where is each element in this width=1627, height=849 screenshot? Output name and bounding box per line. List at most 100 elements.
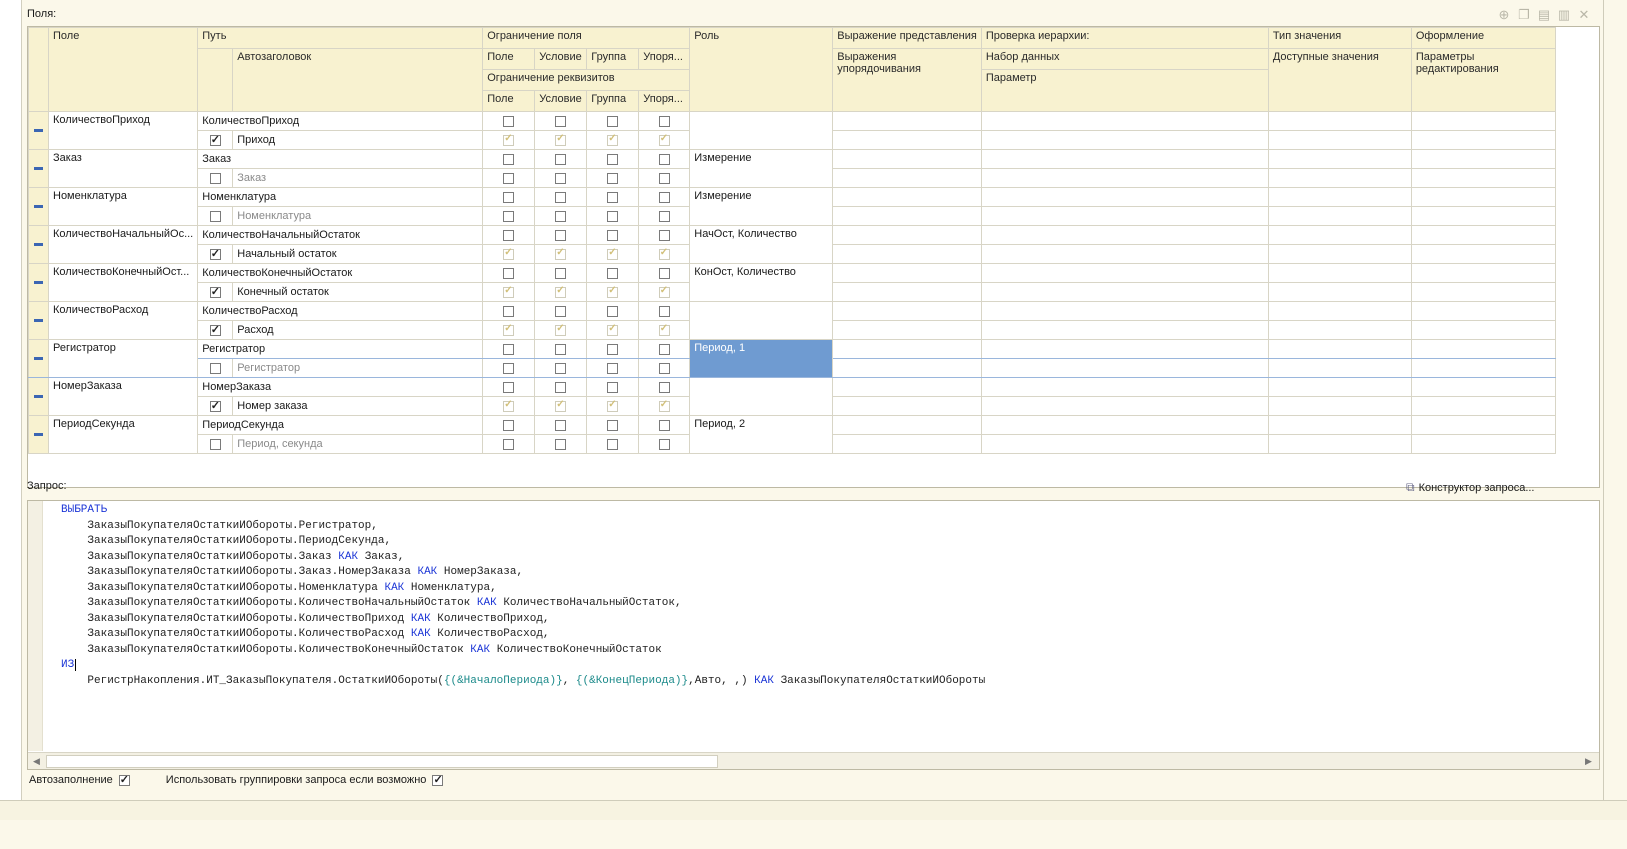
title-cell[interactable]: Заказ [232, 168, 484, 188]
query-constructor-button[interactable]: ⧉ Конструктор запроса... [1406, 480, 1535, 495]
title-cell[interactable]: Начальный остаток [232, 244, 484, 264]
extra-cell[interactable] [832, 358, 982, 378]
attr-restriction-checkbox[interactable] [555, 285, 567, 298]
extra-cell[interactable] [832, 225, 982, 245]
extra-cell[interactable] [1410, 206, 1556, 226]
field-restriction-checkbox[interactable] [658, 381, 670, 393]
restriction-cell[interactable] [638, 187, 691, 207]
attr-restriction-cell[interactable] [482, 396, 536, 416]
extra-cell[interactable] [980, 187, 1269, 207]
field-cell[interactable]: КоличествоКонечныйОст... [47, 263, 199, 302]
field-restriction-checkbox[interactable] [607, 343, 619, 355]
extra-cell[interactable] [1410, 187, 1556, 207]
autotitle-checkbox[interactable] [209, 438, 221, 450]
restriction-cell[interactable] [534, 301, 588, 321]
extra-cell[interactable] [832, 206, 982, 226]
attr-restriction-checkbox[interactable] [555, 247, 567, 260]
extra-cell[interactable] [980, 415, 1269, 435]
extra-cell[interactable] [1267, 244, 1412, 264]
header-ar-order[interactable]: Упоря... [638, 90, 691, 112]
attr-restriction-checkbox[interactable] [658, 172, 670, 184]
attr-restriction-cell[interactable] [534, 320, 588, 340]
collapse-icon[interactable] [34, 243, 43, 247]
field-restriction-checkbox[interactable] [555, 153, 567, 165]
extra-cell[interactable] [980, 149, 1269, 169]
attr-restriction-cell[interactable] [534, 244, 588, 264]
attr-restriction-checkbox[interactable] [503, 133, 515, 146]
autotitle-cell[interactable] [197, 130, 234, 150]
attr-restriction-checkbox[interactable] [503, 438, 515, 450]
restriction-cell[interactable] [534, 149, 588, 169]
collapse-icon[interactable] [34, 357, 43, 361]
attr-restriction-checkbox[interactable] [607, 362, 619, 374]
restriction-cell[interactable] [586, 301, 640, 321]
role-cell[interactable] [689, 377, 834, 416]
attr-restriction-cell[interactable] [534, 130, 588, 150]
field-restriction-checkbox[interactable] [607, 115, 619, 127]
extra-cell[interactable] [1267, 263, 1412, 283]
attr-restriction-checkbox[interactable] [555, 133, 567, 146]
extra-cell[interactable] [980, 130, 1269, 150]
restriction-cell[interactable] [638, 377, 691, 397]
field-restriction-checkbox[interactable] [503, 343, 515, 355]
row-collapse[interactable] [28, 225, 49, 264]
attr-restriction-checkbox[interactable] [555, 172, 567, 184]
extra-cell[interactable] [1267, 358, 1412, 378]
autotitle-checkbox[interactable] [209, 362, 221, 374]
field-restriction-checkbox[interactable] [607, 381, 619, 393]
attr-restriction-cell[interactable] [534, 282, 588, 302]
autotitle-checkbox[interactable] [209, 133, 221, 146]
extra-cell[interactable] [1267, 396, 1412, 416]
title-cell[interactable]: Расход [232, 320, 484, 340]
path-cell[interactable]: ПериодСекунда [197, 415, 484, 435]
attr-restriction-checkbox[interactable] [607, 133, 619, 146]
field-cell[interactable]: КоличествоПриход [47, 111, 199, 150]
field-restriction-checkbox[interactable] [607, 305, 619, 317]
collapse-icon[interactable] [34, 129, 43, 133]
attr-restriction-cell[interactable] [534, 206, 588, 226]
scroll-right-icon[interactable]: ▶ [1585, 756, 1592, 767]
field-restriction-checkbox[interactable] [503, 419, 515, 431]
attr-restriction-checkbox[interactable] [658, 247, 670, 260]
title-cell[interactable]: Номенклатура [232, 206, 484, 226]
scroll-thumb[interactable] [46, 755, 718, 768]
extra-cell[interactable] [1267, 282, 1412, 302]
extra-cell[interactable] [1410, 434, 1556, 454]
restriction-cell[interactable] [586, 377, 640, 397]
extra-cell[interactable] [1410, 415, 1556, 435]
header-path[interactable]: Путь [197, 27, 484, 49]
header-ar-field[interactable]: Поле [482, 90, 536, 112]
row-collapse[interactable] [28, 263, 49, 302]
row-collapse[interactable] [28, 377, 49, 416]
header-value-type[interactable]: Тип значения [1267, 27, 1412, 49]
attr-restriction-cell[interactable] [638, 358, 691, 378]
attr-restriction-cell[interactable] [586, 282, 640, 302]
extra-cell[interactable] [1267, 206, 1412, 226]
role-cell[interactable] [689, 111, 834, 150]
add-icon[interactable]: ⊕ [1496, 7, 1512, 23]
attr-restriction-cell[interactable] [638, 396, 691, 416]
role-cell[interactable]: НачОст, Количество [689, 225, 834, 264]
path-cell[interactable]: КоличествоПриход [197, 111, 484, 131]
field-restriction-checkbox[interactable] [503, 381, 515, 393]
attr-restriction-cell[interactable] [482, 130, 536, 150]
attr-restriction-cell[interactable] [586, 396, 640, 416]
extra-cell[interactable] [832, 339, 982, 359]
autotitle-cell[interactable] [197, 434, 234, 454]
extra-cell[interactable] [980, 225, 1269, 245]
extra-cell[interactable] [1410, 282, 1556, 302]
title-cell[interactable]: Конечный остаток [232, 282, 484, 302]
attr-restriction-checkbox[interactable] [607, 285, 619, 298]
extra-cell[interactable] [980, 301, 1269, 321]
extra-cell[interactable] [1267, 377, 1412, 397]
path-cell[interactable]: Заказ [197, 149, 484, 169]
attr-restriction-cell[interactable] [534, 396, 588, 416]
attr-restriction-checkbox[interactable] [607, 172, 619, 184]
header-fr-field[interactable]: Поле [482, 48, 536, 70]
field-restriction-checkbox[interactable] [658, 153, 670, 165]
collapse-icon[interactable] [34, 319, 43, 323]
field-restriction-checkbox[interactable] [555, 191, 567, 203]
role-cell[interactable]: КонОст, Количество [689, 263, 834, 302]
path-cell[interactable]: КоличествоКонечныйОстаток [197, 263, 484, 283]
autofill-checkbox[interactable] [118, 773, 130, 786]
